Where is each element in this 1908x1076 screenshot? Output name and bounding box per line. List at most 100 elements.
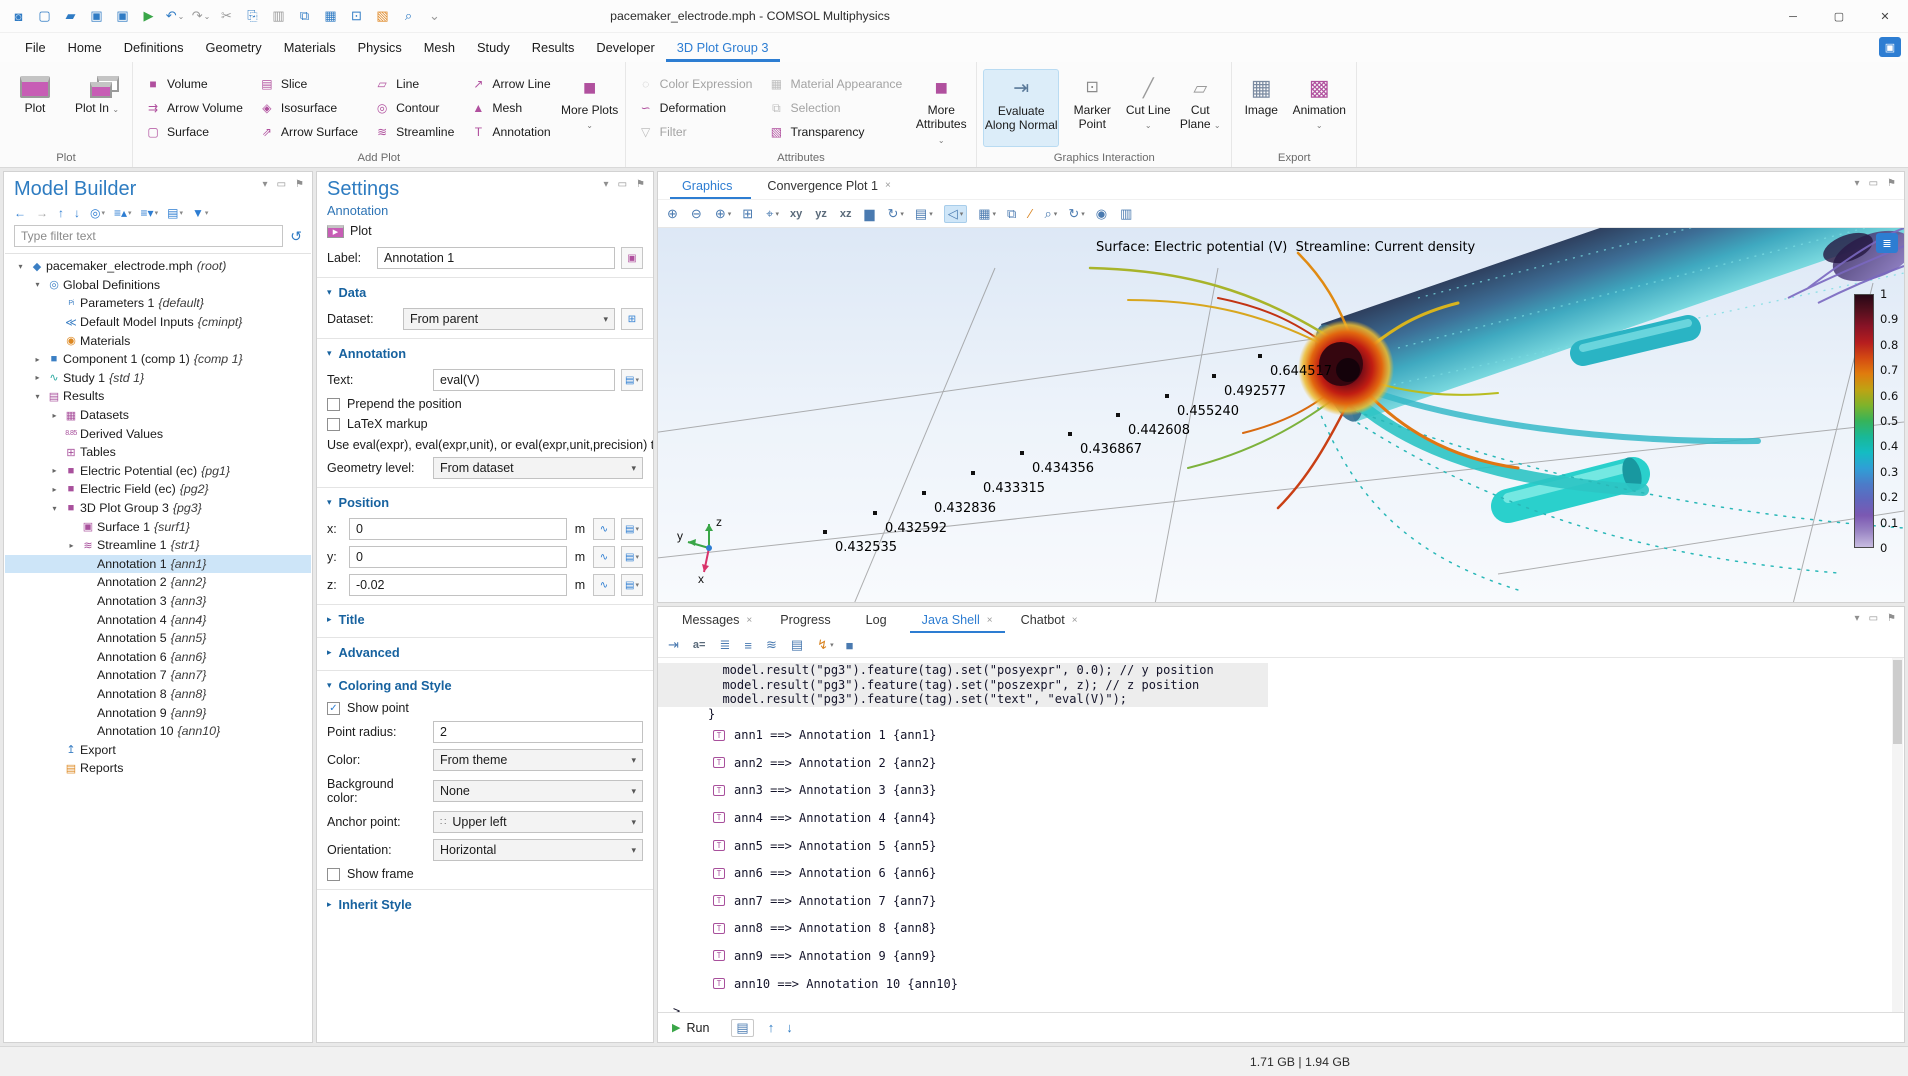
- app-logo[interactable]: ◙: [6, 4, 32, 28]
- tree-item[interactable]: Annotation 6 {ann6}: [5, 647, 311, 666]
- tree-item[interactable]: ◉ Materials: [5, 331, 311, 350]
- find[interactable]: ⌕: [396, 4, 422, 28]
- show-history[interactable]: ≡: [744, 638, 754, 653]
- view-xz[interactable]: xz: [840, 208, 854, 220]
- tree-item[interactable]: ▾ ▤ Results: [5, 387, 311, 406]
- ribbon-tab[interactable]: Materials: [273, 33, 347, 62]
- plot-values[interactable]: ▆: [864, 206, 876, 222]
- add-plot-item[interactable]: ⇉Arrow Volume: [145, 96, 243, 120]
- run[interactable]: ▶: [136, 4, 162, 28]
- pane-float-icon[interactable]: ▭: [1869, 613, 1878, 624]
- select-frame[interactable]: ⊡: [344, 4, 370, 28]
- ribbon-tab[interactable]: Study: [466, 33, 521, 62]
- paste[interactable]: ▥: [266, 4, 292, 28]
- tree-item[interactable]: ▸ ■ Electric Field (ec) {pg2}: [5, 480, 311, 499]
- data-section-header[interactable]: ▾Data: [317, 278, 653, 305]
- label-field[interactable]: Annotation 1: [377, 247, 615, 269]
- tree-item[interactable]: ▾ ■ 3D Plot Group 3 {pg3}: [5, 499, 311, 518]
- plot-button[interactable]: Plot: [6, 69, 64, 147]
- title-section-header[interactable]: ▸Title: [317, 605, 653, 632]
- copy[interactable]: ⎘: [240, 4, 266, 28]
- zoom-extents[interactable]: ⊞: [742, 206, 755, 222]
- console-log-icon[interactable]: ▤: [731, 1019, 753, 1037]
- maximize-button[interactable]: ▢: [1816, 0, 1862, 33]
- add-plot-item[interactable]: TAnnotation: [470, 120, 550, 144]
- cut[interactable]: ✂: [214, 4, 240, 28]
- tab-close-icon[interactable]: ×: [1072, 615, 1078, 626]
- more-attributes-button[interactable]: ■ More Attributes ⌄: [912, 69, 970, 147]
- add-plot-item[interactable]: ⇗Arrow Surface: [259, 120, 358, 144]
- zoom-in[interactable]: ⊕: [667, 206, 680, 222]
- assign-variable[interactable]: a=: [693, 639, 708, 651]
- tree-chevron-icon[interactable]: ▸: [47, 466, 62, 475]
- coordinate-menu-button[interactable]: ▤▾: [621, 574, 643, 596]
- add-plot-item[interactable]: ▢Surface: [145, 120, 243, 144]
- tree-item[interactable]: ▸ ≋ Streamline 1 {str1}: [5, 536, 311, 555]
- ribbon-tab[interactable]: Physics: [347, 33, 413, 62]
- sound[interactable]: ◁▾: [944, 205, 968, 223]
- range-button[interactable]: ∿: [593, 546, 615, 568]
- tree-item[interactable]: Annotation 2 {ann2}: [5, 573, 311, 592]
- snapshot[interactable]: ◉: [1096, 206, 1109, 222]
- new-file[interactable]: ▢: [32, 4, 58, 28]
- tree-item[interactable]: Annotation 7 {ann7}: [5, 666, 311, 685]
- tree-chevron-icon[interactable]: ▸: [47, 485, 62, 494]
- ribbon-tab[interactable]: Home: [57, 33, 113, 62]
- tree-item[interactable]: ▸ ▦ Datasets: [5, 406, 311, 425]
- undo[interactable]: ↶⌄: [162, 4, 188, 28]
- view-yz[interactable]: yz: [815, 208, 829, 220]
- tab-close-icon[interactable]: ×: [885, 180, 891, 191]
- assistant-icon[interactable]: ▣: [1879, 37, 1901, 57]
- tree-item[interactable]: ▸ ■ Electric Potential (ec) {pg1}: [5, 462, 311, 481]
- ribbon-tab[interactable]: 3D Plot Group 3: [666, 33, 780, 62]
- redo[interactable]: ↷⌄: [188, 4, 214, 28]
- run-button[interactable]: Run: [686, 1021, 709, 1035]
- history-up-icon[interactable]: ↑: [768, 1020, 775, 1035]
- java-shell-output[interactable]: model.result("pg3").feature(tag).set("po…: [658, 658, 1904, 1012]
- add-plot-item[interactable]: ◈Isosurface: [259, 96, 358, 120]
- clear-shell[interactable]: ≋: [766, 637, 779, 653]
- dataset-select[interactable]: From parent: [403, 308, 615, 330]
- forward[interactable]: →: [36, 206, 49, 220]
- tree-item[interactable]: Annotation 4 {ann4}: [5, 610, 311, 629]
- model-tree-nodes[interactable]: ▤▾: [167, 206, 183, 220]
- attribute-item[interactable]: ▦Material Appearance: [768, 72, 902, 96]
- marker-point-button[interactable]: ⊡ Marker Point: [1063, 69, 1121, 147]
- tree-item[interactable]: ▸ ■ Component 1 (comp 1) {comp 1}: [5, 350, 311, 369]
- pane-pin-icon[interactable]: ⚑: [1887, 613, 1896, 624]
- show-point-checkbox[interactable]: ✓: [327, 702, 340, 715]
- attribute-item[interactable]: ▽Filter: [638, 120, 753, 144]
- orientation-select[interactable]: Horizontal: [433, 839, 643, 861]
- coordinate-menu-button[interactable]: ▤▾: [621, 518, 643, 540]
- tree-item[interactable]: Pi Parameters 1 {default}: [5, 294, 311, 313]
- select-windows[interactable]: ⧉: [1007, 206, 1018, 222]
- pane-menu-icon[interactable]: ▾: [1855, 613, 1860, 624]
- pane-float-icon[interactable]: ▭: [618, 179, 627, 190]
- show[interactable]: ◎▾: [90, 206, 105, 220]
- minimize-button[interactable]: ─: [1770, 0, 1816, 33]
- move-up[interactable]: ↑: [58, 206, 65, 220]
- background-color-select[interactable]: None: [433, 780, 643, 802]
- cut-plane-button[interactable]: ▱ Cut Plane ⌄: [1175, 69, 1225, 147]
- tree-item[interactable]: ▾ ◎ Global Definitions: [5, 276, 311, 295]
- pane-float-icon[interactable]: ▭: [277, 179, 286, 190]
- add-plot-item[interactable]: ■Volume: [145, 72, 243, 96]
- tree-item[interactable]: ▸ ∿ Study 1 {std 1}: [5, 369, 311, 388]
- add-plot-item[interactable]: ◎Contour: [374, 96, 454, 120]
- dataset-add-button[interactable]: ⊞: [621, 308, 643, 330]
- history-down-icon[interactable]: ↓: [786, 1020, 793, 1035]
- show-frame-checkbox[interactable]: [327, 868, 340, 881]
- image-button[interactable]: ▦ Image: [1238, 69, 1284, 147]
- add-plot-item[interactable]: ≋Streamline: [374, 120, 454, 144]
- execute[interactable]: ↯▾: [817, 637, 833, 653]
- animation-button[interactable]: ▩ Animation⌄: [1288, 69, 1350, 147]
- filter-nodes[interactable]: ▼▾: [192, 206, 208, 220]
- stop[interactable]: ■: [846, 638, 856, 653]
- tree-item[interactable]: ↥ Export: [5, 740, 311, 759]
- ribbon-tab[interactable]: Mesh: [413, 33, 466, 62]
- console-scrollbar[interactable]: [1892, 658, 1903, 1012]
- coordinate-input[interactable]: 0: [349, 518, 567, 540]
- geometry-level-select[interactable]: From dataset: [433, 457, 643, 479]
- coloring-section-header[interactable]: ▾Coloring and Style: [317, 671, 653, 698]
- tree-item[interactable]: ⊞ Tables: [5, 443, 311, 462]
